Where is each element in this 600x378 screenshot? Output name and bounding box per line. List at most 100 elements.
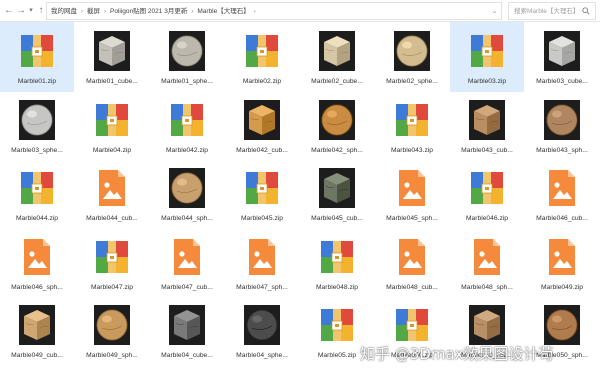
file-item[interactable]: Marble043_sph... [525,91,599,161]
file-name: Marble047_sph... [236,283,288,291]
file-name: Marble03_cube... [536,78,588,85]
file-item[interactable]: Marble02.zip [225,22,299,92]
file-item[interactable]: Marble047.zip [75,228,149,298]
file-name: Marble046.zip [465,215,508,222]
archive-file-icon [94,233,130,281]
file-name: Marble042.zip [165,146,208,154]
marble-cube-thumbnail [469,96,505,144]
marble-cube-thumbnail [544,27,580,75]
breadcrumb-item-marble[interactable]: Marble【大理石】 [197,6,249,18]
file-item[interactable]: Marble04_cube... [150,296,224,366]
file-item[interactable]: Marble03.zip [450,22,524,92]
chevron-right-icon: › [104,9,106,15]
file-name: Marble045_sph... [386,215,438,222]
file-name: Marble048_sph... [461,283,513,291]
file-name: Marble04.zip [92,146,132,154]
file-name: Marble046_cub... [536,215,588,222]
archive-file-icon [394,96,430,144]
file-item[interactable]: Marble042_sph... [300,91,374,161]
archive-file-icon [19,27,55,75]
file-grid: Marble01.zip Marble01_cube... Marble01_sph… [0,22,600,378]
image-file-icon [544,233,580,281]
file-name: Marble042_sph... [311,146,363,154]
file-name: Marble03.zip [467,78,507,85]
image-file-icon [94,164,130,212]
file-item[interactable]: Marble046_sph... [0,228,74,298]
file-item[interactable]: Marble042.zip [150,91,224,161]
file-item[interactable]: Marble044_sph... [150,159,224,229]
file-name: Marble045_cub... [311,215,363,222]
marble-sphere-thumbnail [169,164,205,212]
marble-sphere-thumbnail [394,27,430,75]
file-item[interactable]: Marble02_sphe... [375,22,449,92]
file-item[interactable]: Marble03_sphe... [0,91,74,161]
file-name: Marble03_sphe... [11,146,63,154]
file-name: Marble049.zip [540,283,583,291]
file-name: Marble048_cub... [386,283,438,291]
file-name: Marble04_sphe... [236,352,288,359]
marble-cube-thumbnail [469,301,505,349]
image-file-icon [19,233,55,281]
file-item[interactable]: Marble043.zip [375,91,449,161]
file-item[interactable]: Marble02_cube... [300,22,374,92]
file-name: Marble048.zip [315,283,358,291]
chevron-right-icon: › [253,9,256,15]
search-input[interactable]: 搜索Marble【大理石】 [508,2,596,20]
image-file-icon [394,233,430,281]
address-dropdown-icon[interactable]: ⌄ [492,6,497,18]
file-name: Marble043_sph... [536,146,588,154]
address-toolbar: ← → ▾ ↑ 我的网盘 › 截屏 › Poliigon贴图 2021 3月更新 › Mar… [0,0,600,22]
marble-cube-thumbnail [319,164,355,212]
file-name: Marble044_cub... [86,215,138,222]
file-item[interactable]: Marble049_sph... [75,296,149,366]
file-name: Marble04_cube... [161,352,213,359]
file-item[interactable]: Marble04_sphe... [225,296,299,366]
back-icon[interactable]: ← [3,4,15,18]
file-item[interactable]: Marble045_sph... [375,159,449,229]
archive-file-icon [244,164,280,212]
search-placeholder: 搜索Marble【大理石】 [514,8,580,15]
breadcrumb-item-screenshots[interactable]: 截屏 [87,6,100,18]
file-item[interactable]: Marble045.zip [225,159,299,229]
marble-sphere-thumbnail [319,96,355,144]
file-item[interactable]: Marble047_cub... [150,228,224,298]
chevron-right-icon: › [81,9,83,15]
archive-file-icon [244,27,280,75]
file-item[interactable]: Marble04.zip [75,91,149,161]
file-name: Marble042_cub... [236,146,288,154]
marble-sphere-thumbnail [244,301,280,349]
file-item[interactable]: Marble043_cub... [450,91,524,161]
file-name: Marble046_sph... [11,283,63,291]
file-item[interactable]: Marble045_cub... [300,159,374,229]
file-item[interactable]: Marble048_cub... [375,228,449,298]
image-file-icon [169,233,205,281]
archive-file-icon [94,96,130,144]
file-item[interactable]: Marble048_sph... [450,228,524,298]
archive-file-icon [19,164,55,212]
watermark-text: 知乎 @3Dmax效果图设计苟 [360,345,554,363]
file-item[interactable]: Marble044_cub... [75,159,149,229]
breadcrumb-item-my-drive[interactable]: 我的网盘 [51,6,77,18]
marble-sphere-thumbnail [19,96,55,144]
file-item[interactable]: Marble01.zip [0,22,74,92]
file-item[interactable]: Marble049.zip [525,228,599,298]
file-item[interactable]: Marble01_cube... [75,22,149,92]
file-item[interactable]: Marble048.zip [300,228,374,298]
marble-cube-thumbnail [94,27,130,75]
file-item[interactable]: Marble049_cub... [0,296,74,366]
search-icon[interactable] [582,7,590,15]
breadcrumb[interactable]: 我的网盘 › 截屏 › Poliigon贴图 2021 3月更新 › Marble【大理石】… [46,2,502,20]
file-item[interactable]: Marble047_sph... [225,228,299,298]
file-item[interactable]: Marble046_cub... [525,159,599,229]
marble-sphere-thumbnail [94,301,130,349]
file-name: Marble044.zip [15,215,58,222]
file-item[interactable]: Marble044.zip [0,159,74,229]
file-item[interactable]: Marble03_cube... [525,22,599,92]
breadcrumb-item-poliigon[interactable]: Poliigon贴图 2021 3月更新 [110,6,187,18]
file-item[interactable]: Marble042_cub... [225,91,299,161]
file-item[interactable]: Marble01_sphe... [150,22,224,92]
marble-sphere-thumbnail [544,301,580,349]
file-item[interactable]: Marble046.zip [450,159,524,229]
archive-file-icon [169,96,205,144]
marble-cube-thumbnail [169,301,205,349]
